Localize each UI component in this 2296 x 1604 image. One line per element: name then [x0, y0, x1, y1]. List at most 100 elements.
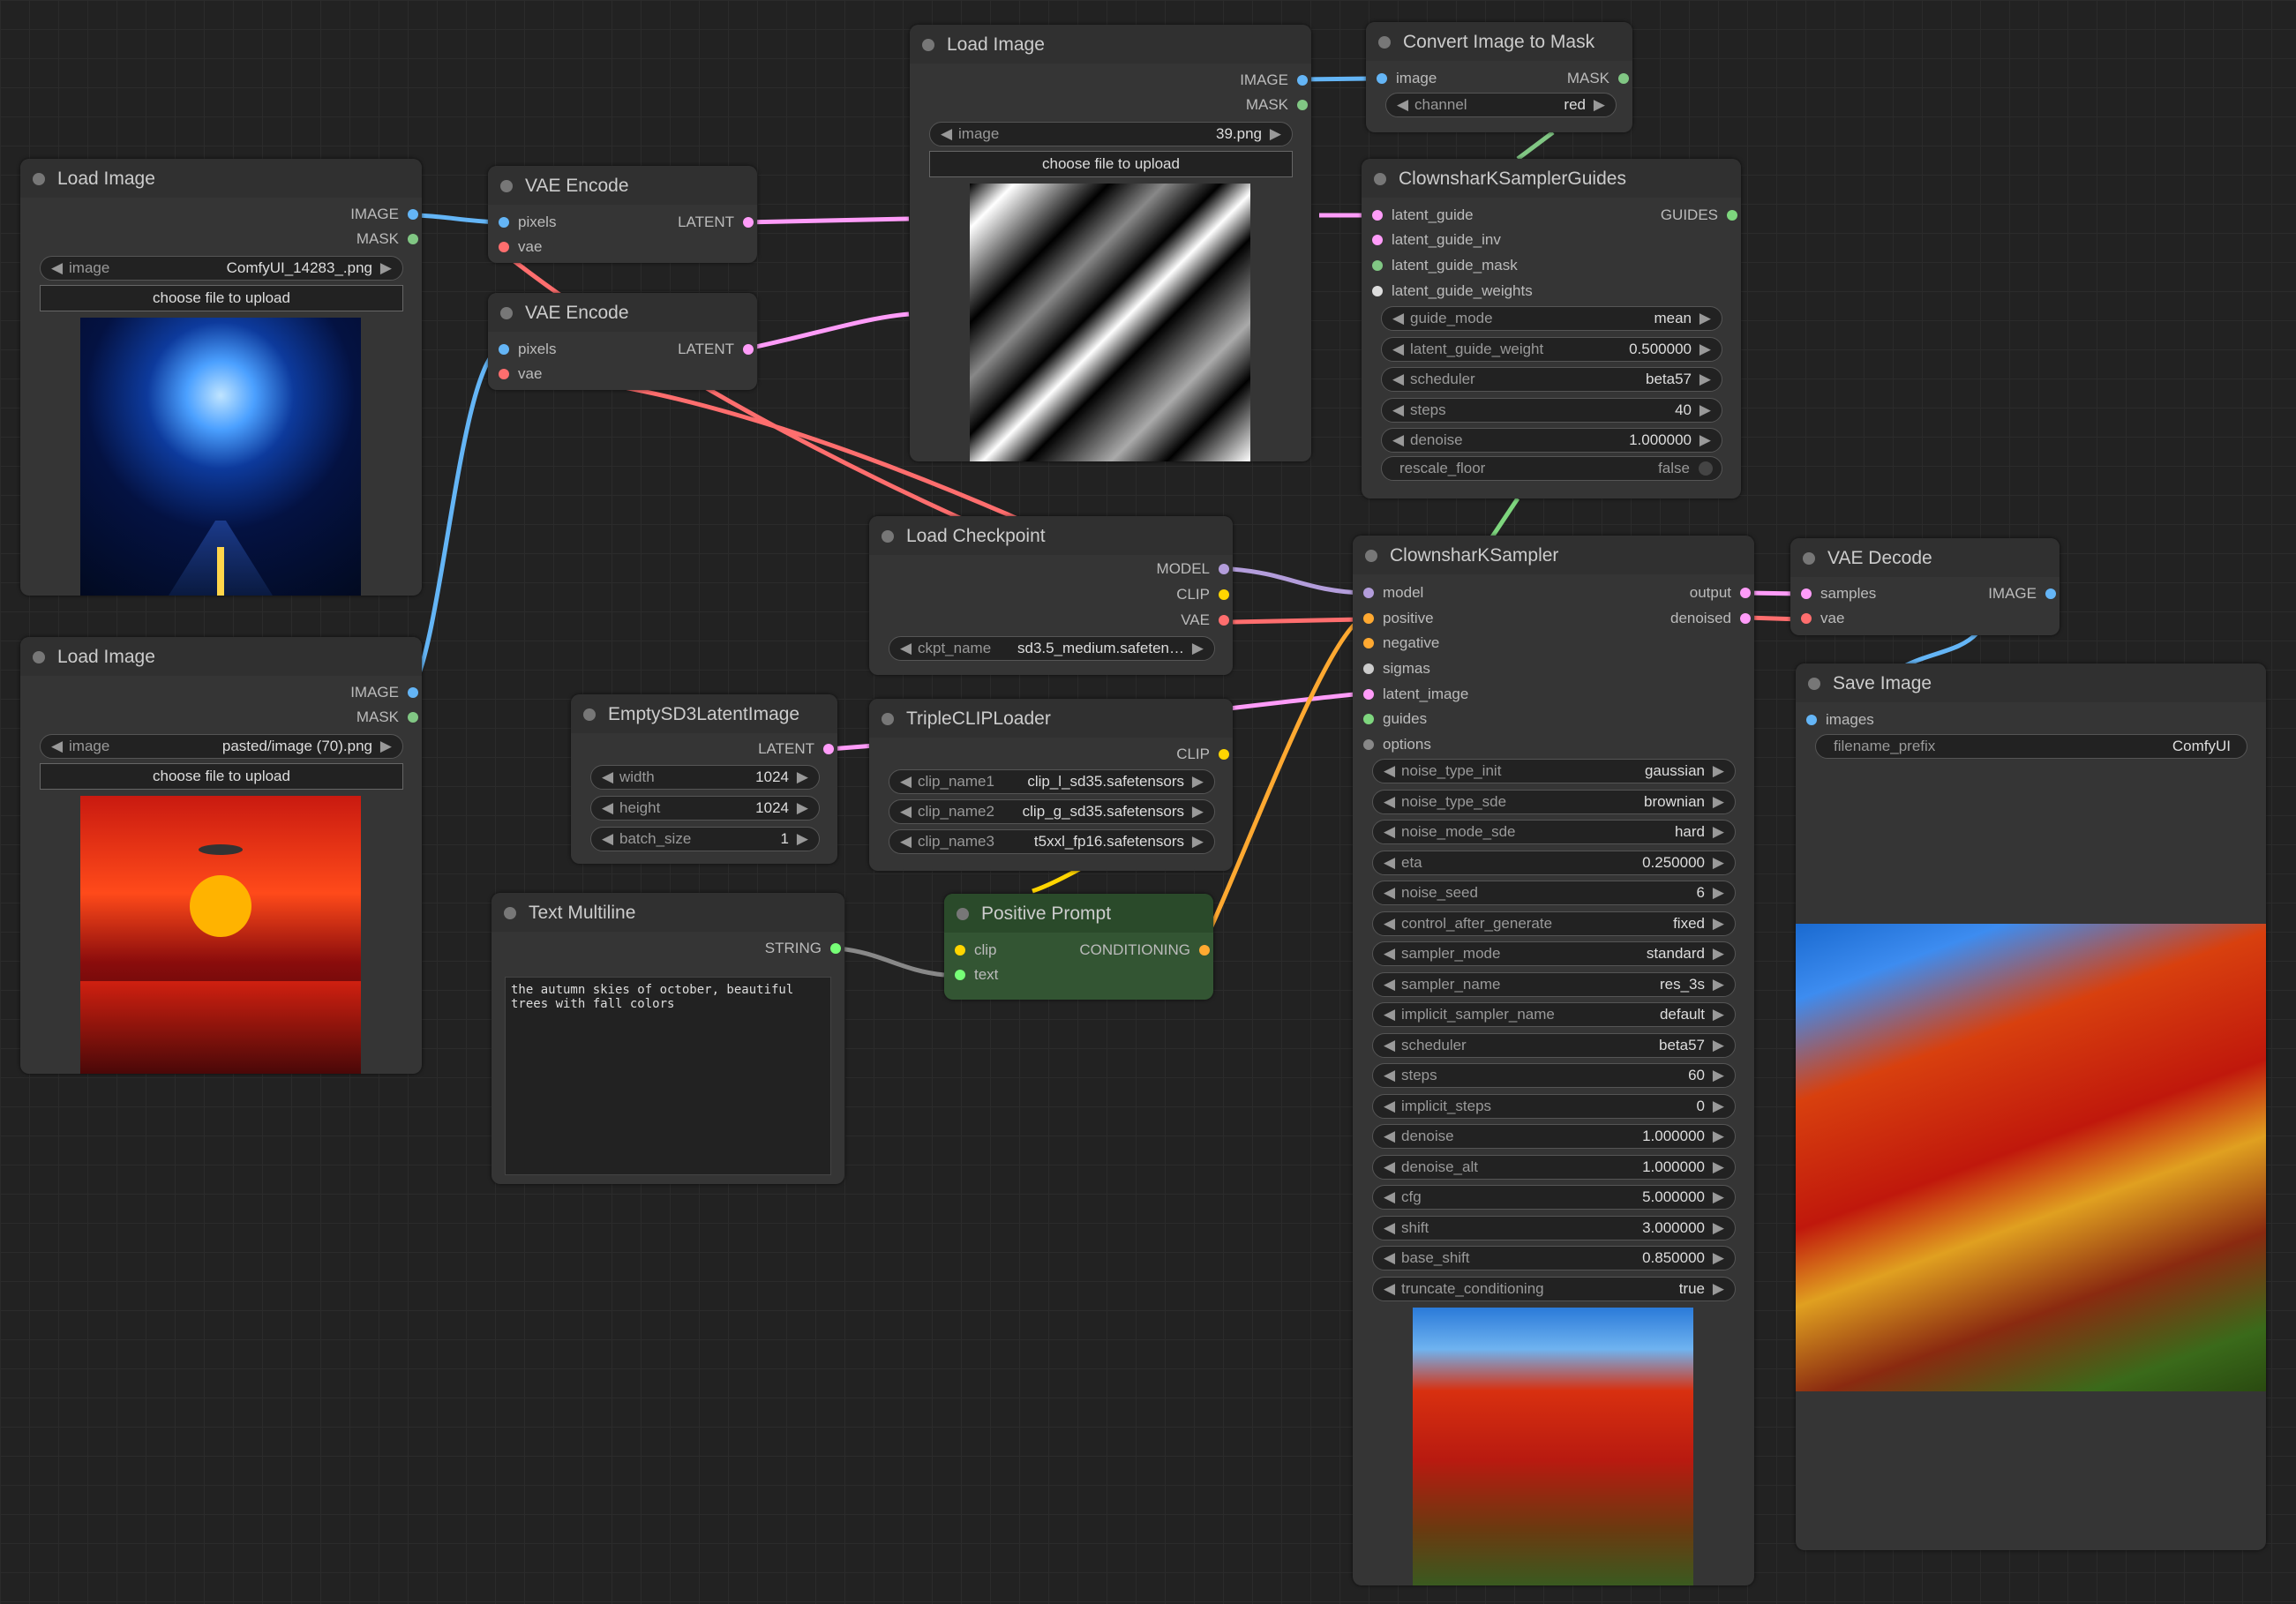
input-images[interactable]: images [1803, 711, 1874, 729]
arrow-right-icon[interactable]: ▶ [1192, 833, 1204, 851]
arrow-left-icon[interactable]: ◀ [1384, 945, 1395, 963]
arrow-left-icon[interactable]: ◀ [900, 640, 912, 657]
port-dot-icon[interactable] [499, 344, 509, 355]
arrow-left-icon[interactable]: ◀ [1384, 976, 1395, 993]
node-title-bar[interactable]: Load Image [20, 637, 422, 676]
port-dot-icon[interactable] [1363, 588, 1374, 598]
widget-base-shift[interactable]: ◀ base_shift 0.850000 ▶ [1372, 1246, 1736, 1270]
arrow-left-icon[interactable]: ◀ [1384, 1128, 1395, 1145]
port-dot-icon[interactable] [1363, 638, 1374, 648]
ckpt-select-widget[interactable]: ◀ ckpt_name sd3.5_medium.safeten… ▶ [889, 636, 1215, 661]
channel-select-widget[interactable]: ◀ channel red ▶ [1385, 93, 1617, 117]
output-latent[interactable]: LATENT [678, 341, 757, 358]
arrow-right-icon[interactable]: ▶ [1713, 1188, 1724, 1206]
input-options[interactable]: options [1360, 736, 1431, 753]
input-clip[interactable]: clip [951, 941, 997, 959]
input-pixels[interactable]: pixels [495, 341, 556, 358]
widget-noise-type-sde[interactable]: ◀ noise_type_sde brownian ▶ [1372, 789, 1736, 814]
node-title-bar[interactable]: Positive Prompt [944, 894, 1213, 933]
widget-guide-mode[interactable]: ◀ guide_mode mean ▶ [1381, 306, 1722, 331]
collapse-dot-icon[interactable] [33, 651, 45, 663]
arrow-left-icon[interactable]: ◀ [1384, 915, 1395, 933]
port-dot-icon[interactable] [743, 217, 754, 228]
widget-denoise-alt[interactable]: ◀ denoise_alt 1.000000 ▶ [1372, 1154, 1736, 1180]
load-image-node-1[interactable]: Load Image IMAGE MASK ◀ image ComfyUI_1428… [20, 159, 422, 596]
input-text[interactable]: text [951, 966, 998, 984]
port-dot-icon[interactable] [955, 970, 965, 980]
arrow-right-icon[interactable]: ▶ [1713, 1219, 1724, 1237]
output-mask[interactable]: MASK [1567, 70, 1632, 87]
output-clip[interactable]: CLIP [1176, 586, 1233, 603]
port-dot-icon[interactable] [1219, 589, 1229, 600]
image-select-widget[interactable]: ◀ image pasted/image (70).png ▶ [40, 734, 403, 759]
arrow-right-icon[interactable]: ▶ [1713, 884, 1724, 902]
arrow-right-icon[interactable]: ▶ [1713, 915, 1724, 933]
arrow-right-icon[interactable]: ▶ [1192, 773, 1204, 791]
output-latent[interactable]: LATENT [758, 740, 837, 758]
collapse-dot-icon[interactable] [1803, 552, 1815, 565]
port-dot-icon[interactable] [743, 344, 754, 355]
load-image-node-3[interactable]: Load Image IMAGE MASK ◀ image 39.png ▶ choo… [910, 25, 1311, 461]
arrow-right-icon[interactable]: ▶ [1713, 1098, 1724, 1115]
input-vae[interactable]: vae [495, 238, 542, 256]
output-vae[interactable]: VAE [1181, 611, 1233, 629]
port-dot-icon[interactable] [955, 945, 965, 956]
arrow-right-icon[interactable]: ▶ [1713, 823, 1724, 841]
arrow-left-icon[interactable]: ◀ [1392, 431, 1404, 449]
port-dot-icon[interactable] [408, 687, 418, 698]
node-title-bar[interactable]: TripleCLIPLoader [869, 699, 1233, 738]
input-image[interactable]: image [1373, 70, 1437, 87]
upload-button[interactable]: choose file to upload [40, 285, 403, 311]
input-latent-guide-weights[interactable]: latent_guide_weights [1369, 282, 1533, 300]
widget-width[interactable]: ◀ width 1024 ▶ [590, 765, 820, 790]
arrow-left-icon[interactable]: ◀ [1384, 1188, 1395, 1206]
arrow-right-icon[interactable]: ▶ [1713, 945, 1724, 963]
widget-clip-name3[interactable]: ◀ clip_name3 t5xxl_fp16.safetensors ▶ [889, 829, 1215, 854]
input-positive[interactable]: positive [1360, 610, 1434, 627]
port-dot-icon[interactable] [1219, 615, 1229, 626]
widget-clip-name1[interactable]: ◀ clip_name1 clip_l_sd35.safetensors ▶ [889, 769, 1215, 794]
arrow-right-icon[interactable]: ▶ [1713, 1158, 1724, 1176]
image-select-widget[interactable]: ◀ image ComfyUI_14283_.png ▶ [40, 256, 403, 281]
collapse-dot-icon[interactable] [500, 180, 513, 192]
arrow-right-icon[interactable]: ▶ [797, 830, 808, 848]
port-dot-icon[interactable] [823, 744, 834, 754]
port-dot-icon[interactable] [1372, 260, 1383, 271]
arrow-right-icon[interactable]: ▶ [1699, 341, 1711, 358]
vae-encode-node-1[interactable]: VAE Encode pixels vae LATENT [488, 166, 757, 263]
image-select-widget[interactable]: ◀ image 39.png ▶ [929, 122, 1293, 146]
input-latent-guide-inv[interactable]: latent_guide_inv [1369, 231, 1501, 249]
rescale-floor-toggle[interactable]: rescale_floor false [1381, 456, 1722, 481]
port-dot-icon[interactable] [1377, 73, 1387, 84]
output-mask[interactable]: MASK [1246, 96, 1311, 114]
arrow-left-icon[interactable]: ◀ [1384, 1158, 1395, 1176]
convert-image-to-mask-node[interactable]: Convert Image to Mask image MASK ◀ channe… [1366, 22, 1632, 132]
output-mask[interactable]: MASK [356, 230, 422, 248]
collapse-dot-icon[interactable] [882, 713, 894, 725]
arrow-right-icon[interactable]: ▶ [797, 799, 808, 817]
positive-prompt-node[interactable]: Positive Prompt clip text CONDITIONING [944, 894, 1213, 1000]
input-latent-guide-mask[interactable]: latent_guide_mask [1369, 257, 1518, 274]
output-image[interactable]: IMAGE [1988, 585, 2060, 603]
node-title-bar[interactable]: VAE Encode [488, 293, 757, 332]
load-image-node-2[interactable]: Load Image IMAGE MASK ◀ image pasted/image… [20, 637, 422, 1074]
collapse-dot-icon[interactable] [1365, 550, 1377, 562]
collapse-dot-icon[interactable] [33, 173, 45, 185]
arrow-left-icon[interactable]: ◀ [1392, 341, 1404, 358]
output-model[interactable]: MODEL [1157, 560, 1233, 578]
widget-steps[interactable]: ◀ steps 60 ▶ [1372, 1063, 1736, 1088]
widget-noise-seed[interactable]: ◀ noise_seed 6 ▶ [1372, 881, 1736, 905]
widget-scheduler[interactable]: ◀ scheduler beta57 ▶ [1381, 367, 1722, 392]
arrow-right-icon[interactable]: ▶ [1713, 1280, 1724, 1298]
widget-height[interactable]: ◀ height 1024 ▶ [590, 796, 820, 821]
sampler-guides-node[interactable]: ClownsharKSamplerGuides latent_guide lat… [1362, 159, 1741, 498]
widget-clip-name2[interactable]: ◀ clip_name2 clip_g_sd35.safetensors ▶ [889, 799, 1215, 824]
arrow-left-icon[interactable]: ◀ [1384, 793, 1395, 811]
collapse-dot-icon[interactable] [922, 39, 934, 51]
arrow-left-icon[interactable]: ◀ [51, 259, 63, 277]
arrow-left-icon[interactable]: ◀ [941, 125, 952, 143]
port-dot-icon[interactable] [1372, 286, 1383, 296]
port-dot-icon[interactable] [499, 369, 509, 379]
widget-truncate-conditioning[interactable]: ◀ truncate_conditioning true ▶ [1372, 1276, 1736, 1301]
port-dot-icon[interactable] [1618, 73, 1629, 84]
